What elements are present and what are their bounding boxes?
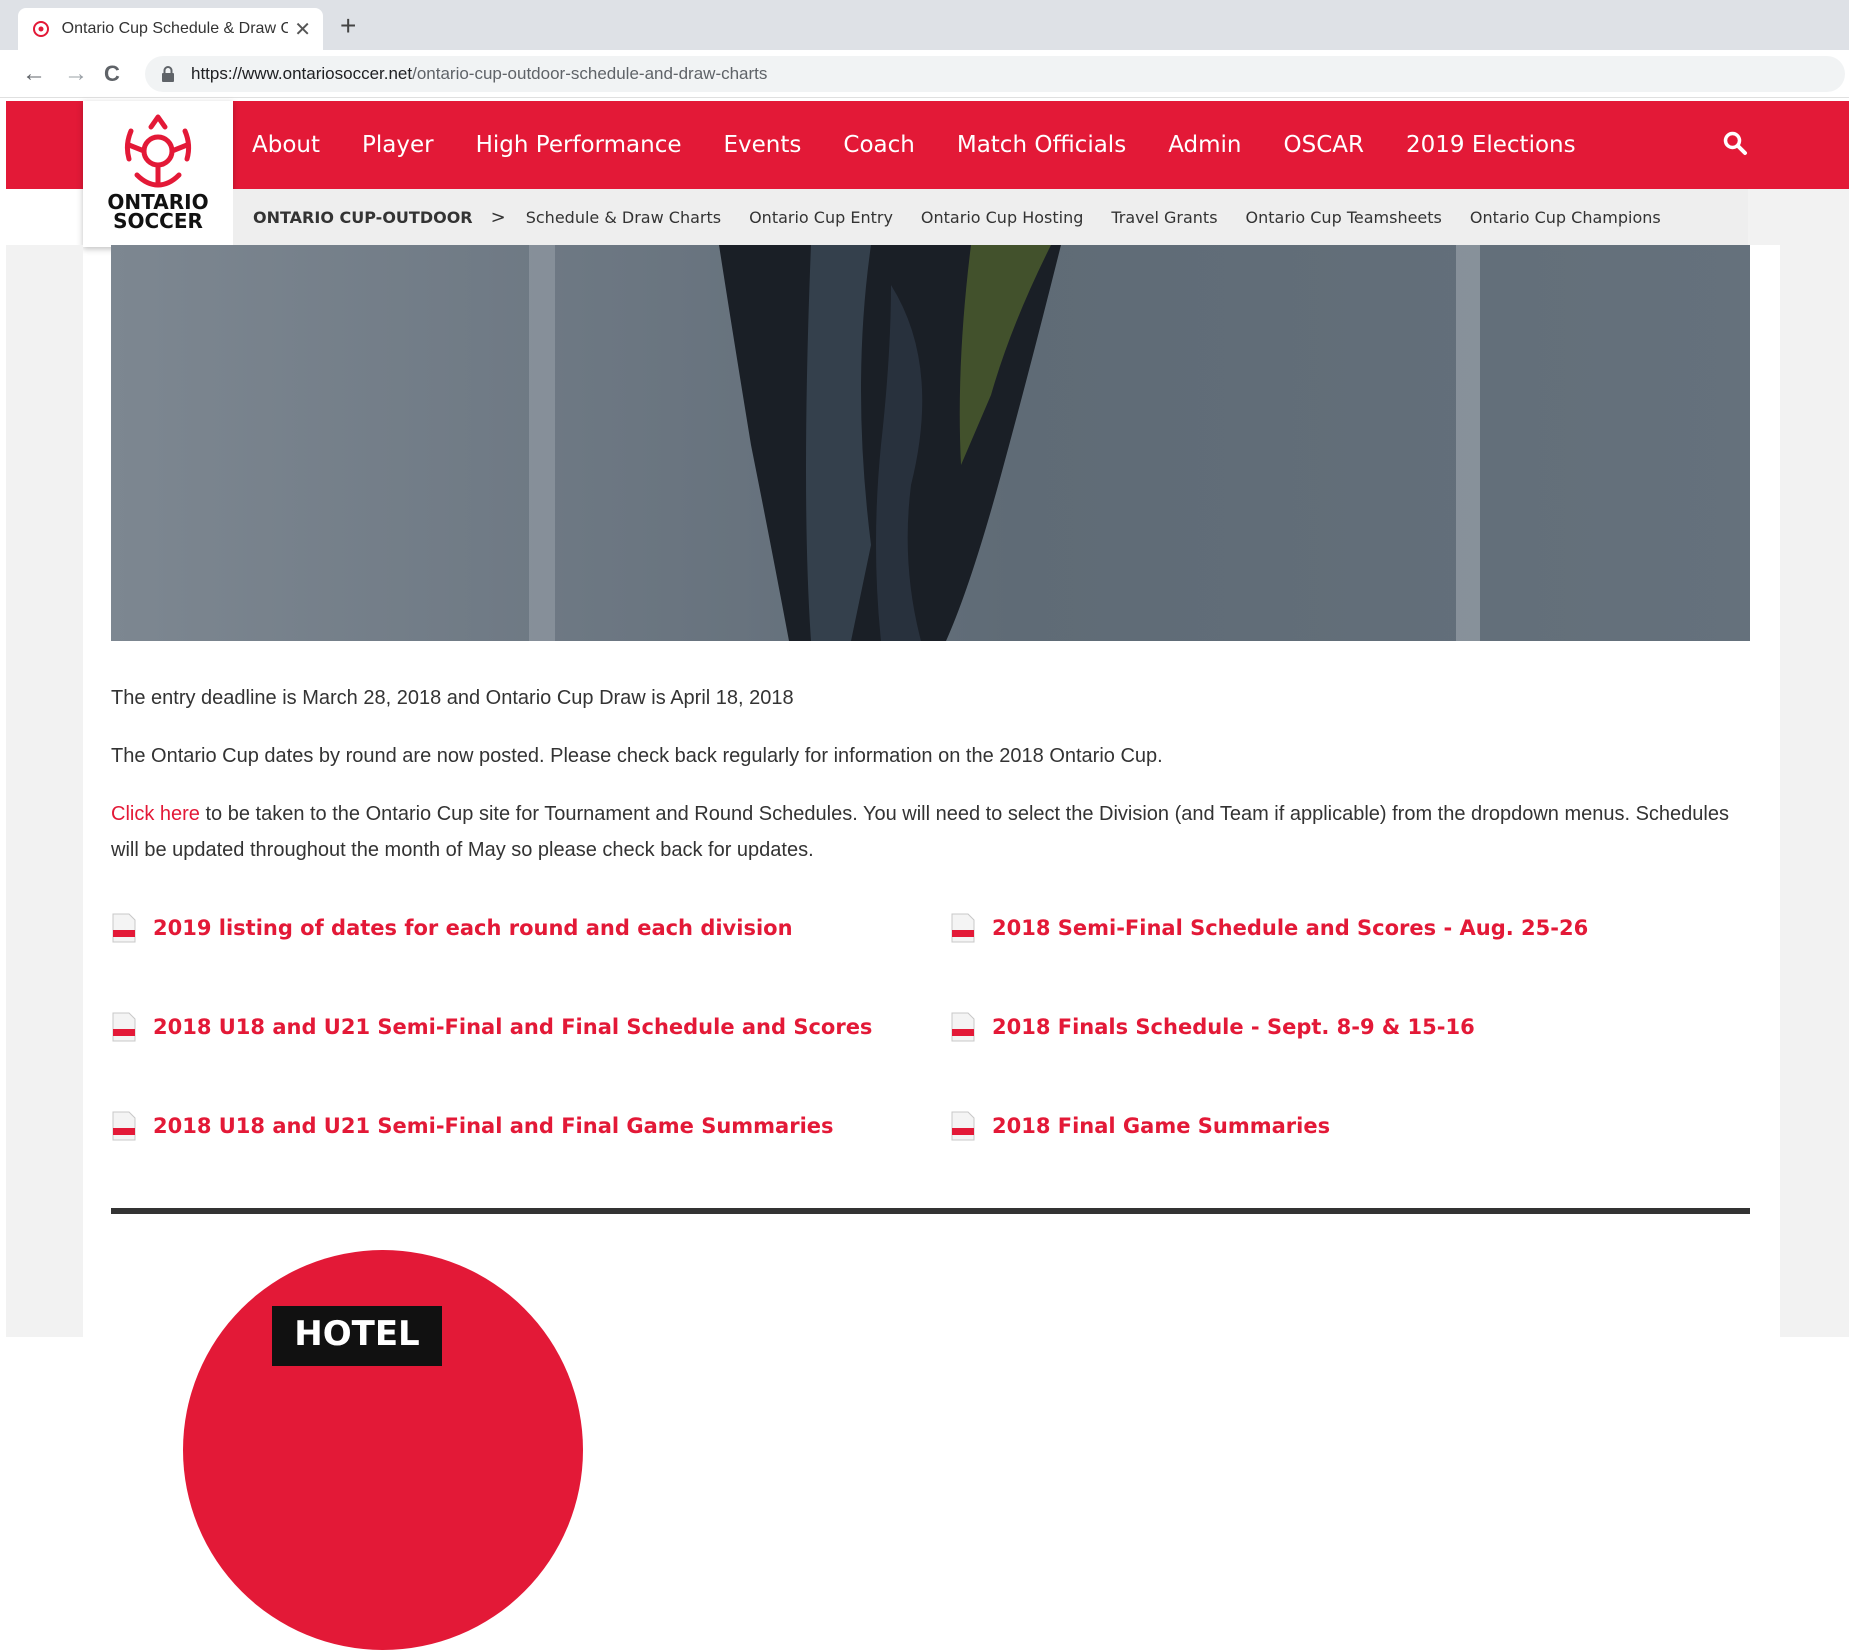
address-bar[interactable]: https://www.ontariosoccer.net/ontario-cu… [145,56,1845,92]
subnav-ontario-cup-hosting[interactable]: Ontario Cup Hosting [921,208,1083,227]
pdf-file-icon [950,1111,976,1141]
pdf-file-icon [111,1012,137,1042]
url-host: https://www.ontariosoccer.net [191,64,413,83]
subnav-ontario-cup-teamsheets[interactable]: Ontario Cup Teamsheets [1246,208,1442,227]
hotel-promo-sign: HOTEL [272,1306,442,1366]
browser-tabstrip: Ontario Cup Schedule & Draw Ch ✕ + [0,0,1849,50]
nav-events[interactable]: Events [724,132,802,158]
entry-deadline-text: The entry deadline is March 28, 2018 and… [111,687,794,709]
close-tab-icon[interactable]: ✕ [294,17,311,42]
dates-posted-text: The Ontario Cup dates by round are now p… [111,745,1163,767]
pdf-file-icon [950,913,976,943]
nav-match-officials[interactable]: Match Officials [957,132,1126,158]
document-link[interactable]: 2018 Final Game Summaries [950,1111,1330,1141]
logo-text: ONTARIO SOCCER [83,192,233,233]
document-link-label[interactable]: 2018 Finals Schedule - Sept. 8-9 & 15-16 [992,1015,1475,1039]
site-logo[interactable]: ONTARIO SOCCER [83,101,233,247]
document-link-label[interactable]: 2018 Semi-Final Schedule and Scores - Au… [992,916,1588,940]
document-link[interactable]: 2019 listing of dates for each round and… [111,913,793,943]
subnav-schedule-draw-charts[interactable]: Schedule & Draw Charts [526,208,721,227]
nav-about[interactable]: About [252,132,320,158]
subnav-ontario-cup-champions[interactable]: Ontario Cup Champions [1470,208,1661,227]
section-divider [111,1208,1750,1214]
browser-toolbar: ← → C https://www.ontariosoccer.net/onta… [0,50,1849,98]
document-link-label[interactable]: 2018 U18 and U21 Semi-Final and Final Sc… [153,1015,872,1039]
page-margin-left [6,245,83,1337]
chevron-right-icon: > [490,206,506,228]
pdf-file-icon [111,1111,137,1141]
hero-trophy-image [111,245,1750,641]
page-margin [1748,189,1849,245]
forward-button[interactable]: → [64,60,88,88]
subnav-travel-grants[interactable]: Travel Grants [1111,208,1217,227]
click-here-description: to be taken to the Ontario Cup site for … [111,803,1729,861]
new-tab-button[interactable]: + [340,12,356,40]
nav-high-performance[interactable]: High Performance [476,132,682,158]
pdf-file-icon [111,913,137,943]
ontario-soccer-favicon-icon [30,18,52,40]
page-margin-right [1780,245,1849,1337]
document-link-label[interactable]: 2019 listing of dates for each round and… [153,916,793,940]
document-link[interactable]: 2018 Semi-Final Schedule and Scores - Au… [950,913,1588,943]
subnav-ontario-cup-entry[interactable]: Ontario Cup Entry [749,208,893,227]
browser-tab[interactable]: Ontario Cup Schedule & Draw Ch ✕ [18,8,323,50]
document-link[interactable]: 2018 U18 and U21 Semi-Final and Final Ga… [111,1111,834,1141]
lock-icon [161,66,175,82]
page-content: The entry deadline is March 28, 2018 and… [111,680,1750,890]
trophy-image [529,245,1480,641]
document-link[interactable]: 2018 Finals Schedule - Sept. 8-9 & 15-16 [950,1012,1475,1042]
main-navigation: About Player High Performance Events Coa… [252,101,1618,189]
tab-title: Ontario Cup Schedule & Draw Ch [61,20,289,37]
subnav-section-title[interactable]: ONTARIO CUP-OUTDOOR [253,208,473,227]
nav-admin[interactable]: Admin [1168,132,1241,158]
document-link-label[interactable]: 2018 Final Game Summaries [992,1114,1330,1138]
nav-2019-elections[interactable]: 2019 Elections [1406,132,1576,158]
nav-coach[interactable]: Coach [843,132,914,158]
nav-player[interactable]: Player [362,132,434,158]
nav-oscar[interactable]: OSCAR [1284,132,1364,158]
reload-button[interactable]: C [104,60,120,88]
section-subnav: ONTARIO CUP-OUTDOOR > Schedule & Draw Ch… [253,189,1689,245]
back-button[interactable]: ← [22,60,46,88]
click-here-link[interactable]: Click here [111,803,200,825]
url-path: /ontario-cup-outdoor-schedule-and-draw-c… [412,64,768,83]
document-link[interactable]: 2018 U18 and U21 Semi-Final and Final Sc… [111,1012,872,1042]
pdf-file-icon [950,1012,976,1042]
document-link-label[interactable]: 2018 U18 and U21 Semi-Final and Final Ga… [153,1114,834,1138]
search-icon[interactable] [1722,130,1752,160]
ontario-soccer-logo-icon [124,114,192,188]
click-here-paragraph: Click here to be taken to the Ontario Cu… [111,796,1750,868]
logo-line-soccer: SOCCER [113,209,203,233]
url-text: https://www.ontariosoccer.net/ontario-cu… [191,64,767,84]
